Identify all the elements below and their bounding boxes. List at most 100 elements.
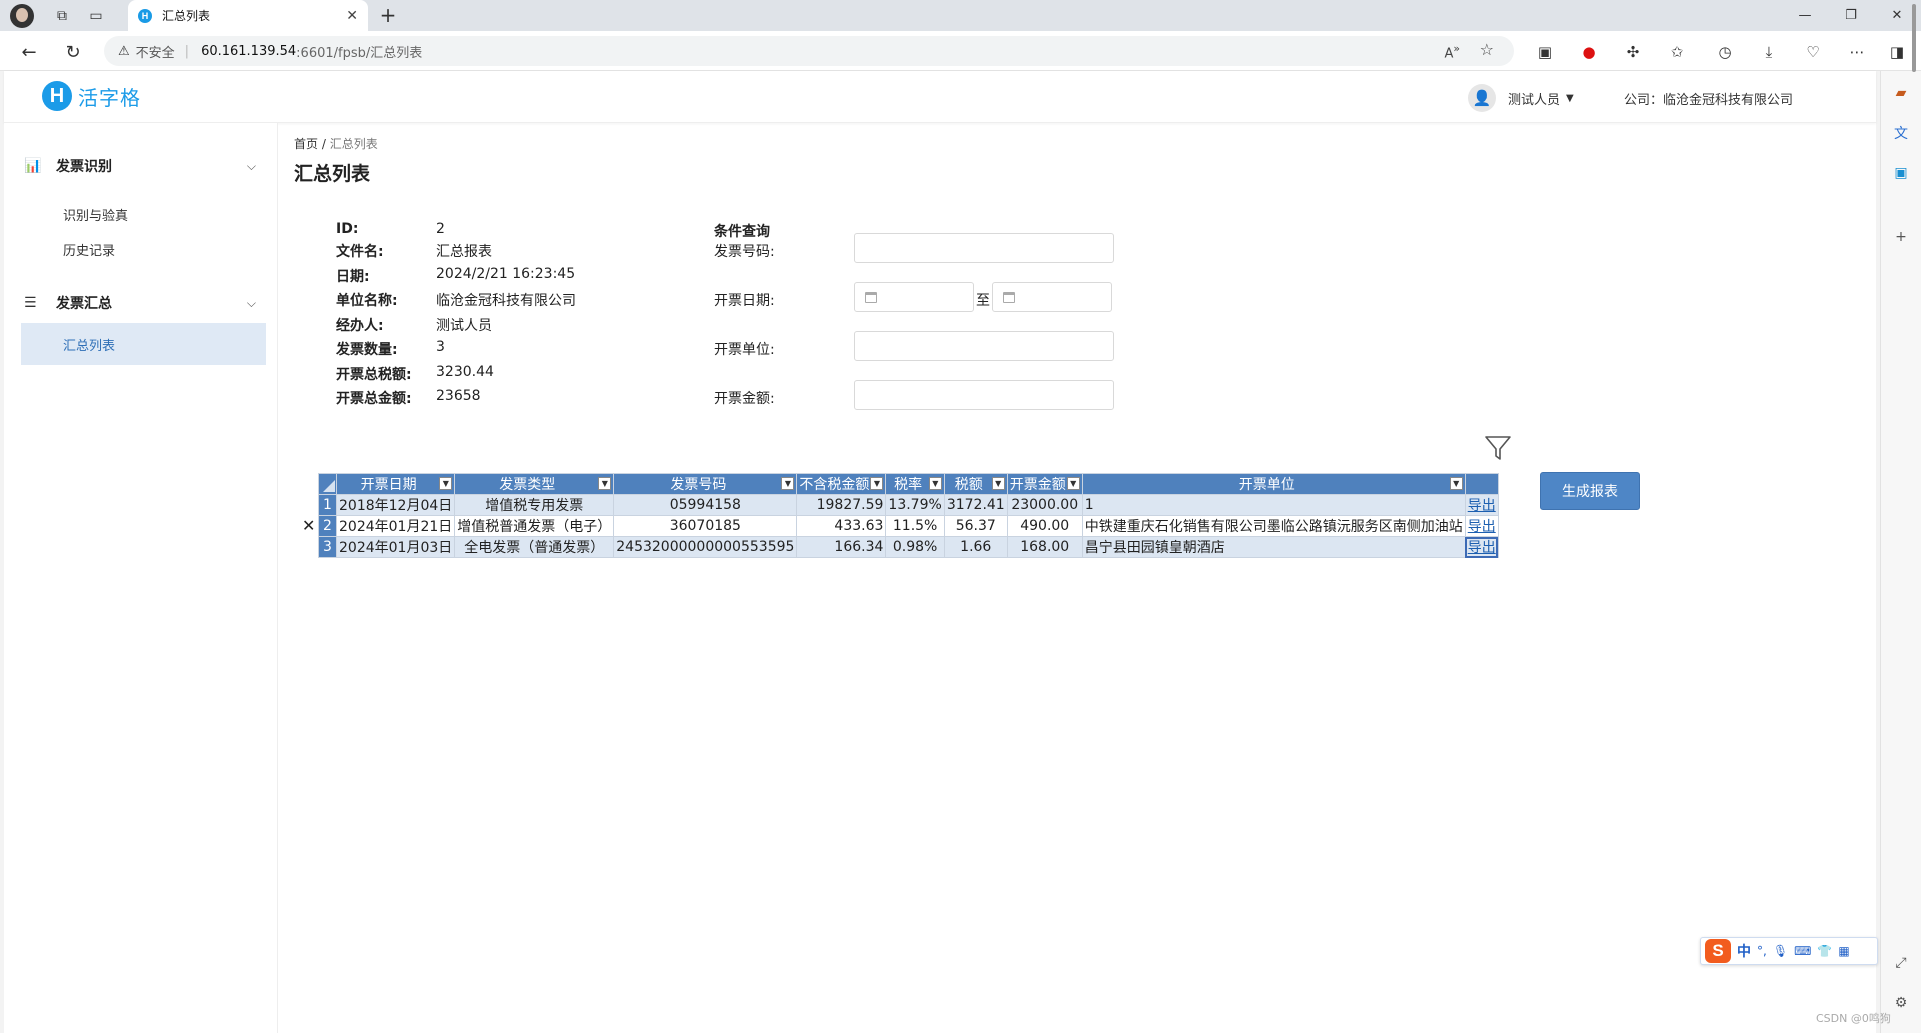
cell-tax[interactable]: 1.66 [943,536,1008,558]
new-tab-button[interactable]: + [376,4,400,28]
back-icon[interactable]: ← [16,39,42,65]
browser-side-panel: ▰ 文 ▣ + ⤢ ⚙ [1880,71,1921,1033]
cell-total[interactable]: 168.00 [1006,536,1083,558]
url-path: :6601/fpsb/汇总列表 [296,45,423,61]
cell-type[interactable]: 增值税普通发票（电子） [454,515,615,537]
col-header-label: 发票类型 [499,477,556,493]
cell-rate[interactable]: 13.79% [885,494,945,516]
user-menu[interactable]: 👤 测试人员 ▼ [1468,84,1574,112]
cell-date[interactable]: 2024年01月03日 [335,536,456,558]
cell-date[interactable]: 2024年01月21日 [335,515,456,537]
menu-group-invoice-recognition[interactable]: 📊 发票识别 ⌵ [24,148,266,184]
briefcase-icon[interactable]: ▰ [1891,83,1911,103]
opera-icon[interactable]: ● [1578,41,1600,63]
filter-funnel-svg [1485,436,1511,460]
ime-mode[interactable]: 中 [1737,941,1751,961]
tab-title: 汇总列表 [162,9,211,23]
dropdown-arrow-icon[interactable]: ▼ [1449,477,1463,490]
download-icon[interactable]: ⤓ [1758,41,1780,63]
export-link[interactable]: 导出 [1464,536,1499,558]
workspaces-icon[interactable]: ⧉ [50,4,74,28]
read-aloud-icon[interactable]: A» [1444,42,1460,61]
cell-net[interactable]: 19827.59 [796,494,887,516]
menu-group-invoice-summary[interactable]: ☰ 发票汇总 ⌵ [24,285,266,321]
expand-icon[interactable]: ⤢ [1891,953,1911,973]
cell-unit[interactable]: 昌宁县田园镇皇朝酒店 [1081,536,1466,558]
amount-input[interactable] [854,380,1114,410]
dropdown-arrow-icon[interactable]: ▼ [439,477,453,490]
date-end-input[interactable] [992,282,1112,312]
tab-close-icon[interactable]: ✕ [346,8,358,24]
address-bar[interactable]: ⚠ 不安全 | 60.161.139.54 :6601/fpsb/汇总列表 A»… [104,36,1514,66]
dropdown-arrow-icon[interactable]: ▼ [928,477,942,490]
dropdown-arrow-icon[interactable]: ▼ [598,477,612,490]
tab-active[interactable]: H 汇总列表 ✕ [128,0,368,31]
history-icon[interactable]: ◷ [1714,41,1736,63]
tv-icon[interactable]: ▣ [1891,163,1911,183]
cell-invoice-no[interactable]: 24532000000000553595 [613,536,798,558]
select-all-corner[interactable] [318,473,337,495]
ime-punct[interactable]: °, [1757,944,1767,958]
cell-tax[interactable]: 56.37 [943,515,1008,537]
cell-type[interactable]: 全电发票（普通发票） [454,536,615,558]
cell-invoice-no[interactable]: 05994158 [613,494,798,516]
microphone-icon[interactable]: 🎙 [1773,944,1788,958]
query-label-date: 开票日期: [714,293,775,309]
export-link[interactable]: 导出 [1464,494,1499,516]
add-panel-icon[interactable]: + [1891,227,1911,247]
favorite-star-icon[interactable]: ☆ [1480,40,1494,59]
cell-unit[interactable]: 1 [1081,494,1466,516]
cell-rate[interactable]: 11.5% [885,515,945,537]
cell-date[interactable]: 2018年12月04日 [335,494,456,516]
cell-total[interactable]: 490.00 [1006,515,1083,537]
unit-input[interactable] [854,331,1114,361]
info-value-date: 2024/2/21 16:23:45 [436,266,576,282]
vertical-tabs-icon[interactable]: ▭ [84,4,108,28]
generate-report-button[interactable]: 生成报表 [1540,472,1640,510]
dropdown-arrow-icon[interactable]: ▼ [781,477,795,490]
cell-net[interactable]: 166.34 [796,536,887,558]
cell-tax[interactable]: 3172.41 [943,494,1008,516]
filter-icon[interactable] [1481,431,1515,465]
dropdown-arrow-icon[interactable]: ▼ [870,477,884,490]
dropdown-arrow-icon[interactable]: ▼ [1066,477,1080,490]
chevron-down-icon: ⌵ [246,295,256,310]
extension-icon[interactable]: ▣ [1534,41,1556,63]
favorites-icon[interactable]: ✩ [1666,41,1688,63]
date-start-input[interactable] [854,282,974,312]
table-row[interactable]: 1 2018年12月04日 增值税专用发票 05994158 19827.59 … [318,494,1499,516]
refresh-icon[interactable]: ↻ [60,39,86,65]
row-close-icon[interactable]: ✕ [302,516,315,535]
breadcrumb-home[interactable]: 首页 / [294,137,326,151]
cell-type[interactable]: 增值税专用发票 [454,494,615,516]
cell-invoice-no[interactable]: 36070185 [613,515,798,537]
keyboard-icon[interactable]: ⌨ [1794,944,1811,958]
cell-unit[interactable]: 中铁建重庆石化销售有限公司墨临公路镇沅服务区南侧加油站 [1081,515,1466,537]
puzzle-icon[interactable]: ✣ [1622,41,1644,63]
translate-icon[interactable]: 文 [1891,123,1911,143]
restore-button[interactable]: ❐ [1828,0,1874,31]
sogou-logo-icon[interactable]: S [1705,939,1731,963]
table-row[interactable]: 3 2024年01月03日 全电发票（普通发票） 245320000000005… [318,536,1499,558]
skin-icon[interactable]: 👕 [1817,944,1832,958]
minimize-button[interactable]: — [1782,0,1828,31]
export-link[interactable]: 导出 [1464,515,1499,537]
info-value-total-tax: 3230.44 [436,364,494,380]
col-header-tax: 税额 ▼ [943,473,1008,495]
scrollbar[interactable] [1912,4,1916,72]
table-row[interactable]: 2 2024年01月21日 增值税普通发票（电子） 36070185 433.6… [318,515,1499,537]
performance-icon[interactable]: ♡ [1802,41,1824,63]
apps-icon[interactable]: ▦ [1838,944,1849,958]
more-icon[interactable]: ⋯ [1846,41,1868,63]
settings-icon[interactable]: ⚙ [1891,993,1911,1013]
sidebar-item-summary-list[interactable]: 汇总列表 [21,323,266,365]
cell-total[interactable]: 23000.00 [1006,494,1083,516]
sidebar-toggle-icon[interactable]: ◨ [1886,41,1908,63]
profile-avatar[interactable] [10,4,34,28]
cell-rate[interactable]: 0.98% [885,536,945,558]
app-logo[interactable]: H 活字格 [42,81,141,111]
invoice-no-input[interactable] [854,233,1114,263]
cell-net[interactable]: 433.63 [796,515,887,537]
sidebar-item-history[interactable]: 历史记录 [21,228,266,270]
dropdown-arrow-icon[interactable]: ▼ [991,477,1005,490]
